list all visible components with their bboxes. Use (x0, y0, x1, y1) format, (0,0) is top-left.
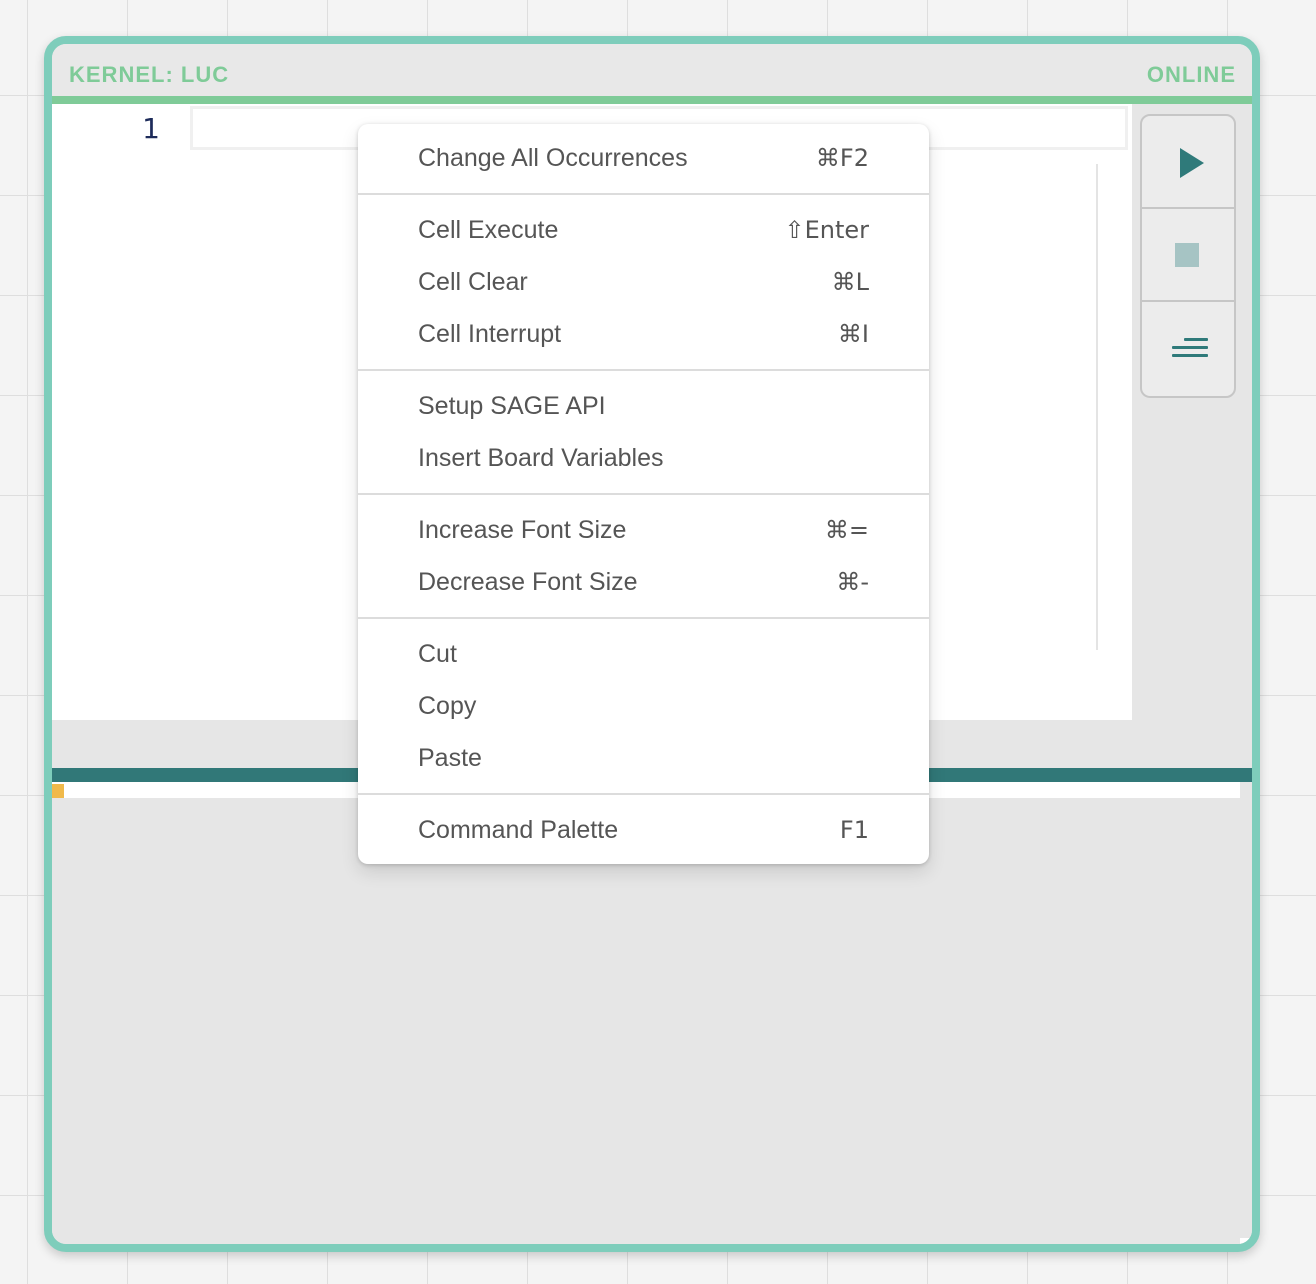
stop-icon (1175, 243, 1199, 267)
menu-item-label: Cell Interrupt (418, 320, 562, 348)
menu-item-cut[interactable]: Cut (358, 628, 929, 680)
menu-item-insert-board-variables[interactable]: Insert Board Variables (358, 432, 929, 484)
kernel-status: ONLINE (1146, 62, 1236, 87)
menu-group: Setup SAGE API Insert Board Variables (358, 380, 929, 484)
resize-handle[interactable] (1240, 1238, 1252, 1244)
menu-item-paste[interactable]: Paste (358, 732, 929, 784)
menu-item-cell-execute[interactable]: Cell Execute ⇧Enter (358, 204, 929, 256)
menu-item-label: Copy (418, 692, 477, 720)
menu-item-label: Cut (418, 640, 457, 668)
menu-item-shortcut: ⌘= (824, 516, 869, 544)
menu-item-shortcut: ⌘L (831, 268, 869, 296)
menu-item-label: Increase Font Size (418, 516, 627, 544)
menu-group: Change All Occurrences ⌘F2 (358, 132, 929, 184)
title-bar: KERNEL: LUC ONLINE (52, 44, 1252, 104)
menu-item-setup-sage-api[interactable]: Setup SAGE API (358, 380, 929, 432)
editor-scrollbar[interactable] (1096, 164, 1098, 650)
menu-group: Command Palette F1 (358, 804, 929, 856)
menu-group: Cell Execute ⇧Enter Cell Clear ⌘L Cell Inter… (358, 204, 929, 360)
menu-group: Cut Copy Paste (358, 628, 929, 784)
menu-item-copy[interactable]: Copy (358, 680, 929, 732)
menu-item-label: Cell Clear (418, 268, 528, 296)
menu-item-shortcut: ⌘F2 (815, 144, 869, 172)
line-number: 1 (142, 112, 160, 145)
menu-item-cell-interrupt[interactable]: Cell Interrupt ⌘I (358, 308, 929, 360)
menu-item-label: Insert Board Variables (418, 444, 664, 472)
menu-item-command-palette[interactable]: Command Palette F1 (358, 804, 929, 856)
run-button[interactable] (1142, 116, 1234, 209)
stop-button[interactable] (1142, 209, 1234, 302)
menu-item-decrease-font-size[interactable]: Decrease Font Size ⌘- (358, 556, 929, 608)
format-button[interactable] (1142, 302, 1234, 395)
menu-item-label: Setup SAGE API (418, 392, 606, 420)
menu-item-increase-font-size[interactable]: Increase Font Size ⌘= (358, 504, 929, 556)
menu-item-label: Cell Execute (418, 216, 559, 244)
menu-group: Increase Font Size ⌘= Decrease Font Size ⌘- (358, 504, 929, 608)
menu-separator (358, 793, 929, 795)
menu-item-change-all-occurrences[interactable]: Change All Occurrences ⌘F2 (358, 132, 929, 184)
context-menu: Change All Occurrences ⌘F2 Cell Execute ⇧En… (358, 124, 929, 864)
menu-separator (358, 369, 929, 371)
cell-toolbar (1140, 114, 1236, 398)
play-icon (1180, 148, 1204, 178)
menu-item-cell-clear[interactable]: Cell Clear ⌘L (358, 256, 929, 308)
menu-item-shortcut: F1 (839, 816, 869, 844)
menu-item-shortcut: ⇧Enter (784, 216, 869, 244)
menu-bottom-padding (358, 856, 929, 864)
menu-item-label: Paste (418, 744, 482, 772)
lines-icon (1170, 336, 1208, 362)
menu-item-label: Decrease Font Size (418, 568, 638, 596)
menu-separator (358, 493, 929, 495)
menu-item-label: Command Palette (418, 816, 619, 844)
output-area (52, 798, 1252, 1244)
menu-item-label: Change All Occurrences (418, 144, 688, 172)
menu-item-shortcut: ⌘- (836, 568, 869, 596)
menu-separator (358, 617, 929, 619)
menu-item-shortcut: ⌘I (837, 320, 869, 348)
menu-separator (358, 193, 929, 195)
kernel-label: KERNEL: LUC (69, 62, 230, 87)
